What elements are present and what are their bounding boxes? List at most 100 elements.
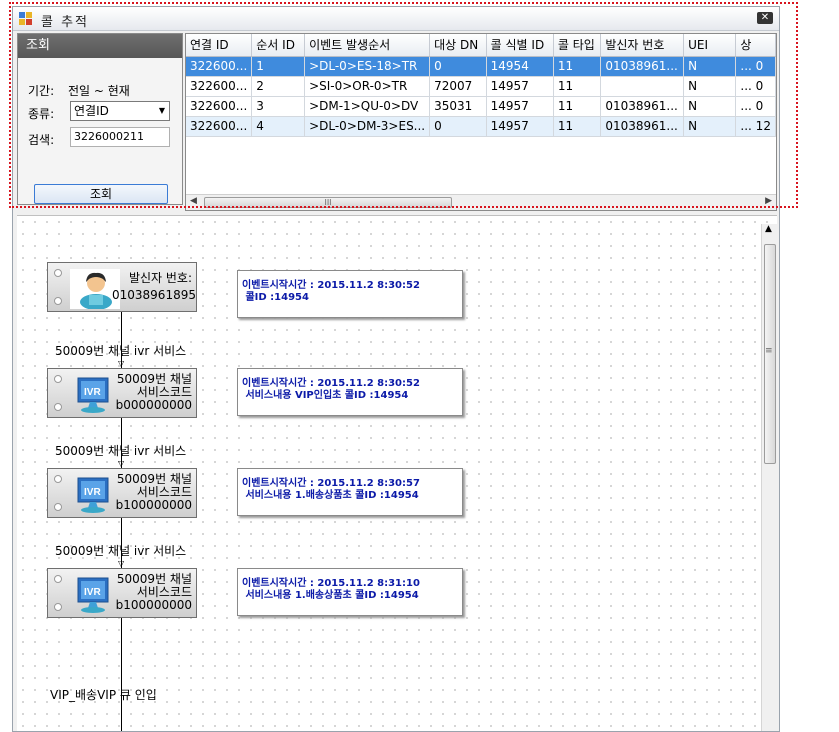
ivr-node[interactable]: IVR 50009번 채널 서비스코드 b000000000 <box>47 368 197 418</box>
type-select[interactable]: 연결ID ▼ <box>70 101 170 121</box>
arrow-down-icon: ▽ <box>118 459 125 468</box>
table-cell[interactable]: >DM-1>QU-0>DV <box>304 96 431 117</box>
table-cell[interactable]: 01038961... <box>600 56 685 77</box>
call-trace-window: 콜 추적 ✕ 조회 기간: 전일 ~ 현재 종류: 연결ID ▼ 검색: 322… <box>12 6 780 732</box>
query-button[interactable]: 조회 <box>34 184 168 204</box>
ivr-node-text: 50009번 채널 서비스코드 b100000000 <box>115 572 192 612</box>
table-row[interactable]: 322600... 4 >DL-0>DM-3>ES... 0 14957 11 … <box>186 116 776 137</box>
table-cell[interactable]: N <box>683 56 737 77</box>
query-panel: 조회 기간: 전일 ~ 현재 종류: 연결ID ▼ 검색: 3226000211… <box>17 33 183 205</box>
port-icon <box>54 269 62 277</box>
column-header[interactable]: 대상 DN <box>429 34 487 57</box>
column-header[interactable]: 이벤트 발생순서 <box>304 34 431 57</box>
table-cell[interactable]: 322600... <box>186 56 253 77</box>
search-label: 검색: <box>28 133 55 147</box>
search-input[interactable]: 3226000211 <box>70 127 170 147</box>
table-cell[interactable]: 14954 <box>486 56 554 77</box>
table-cell[interactable]: N <box>683 96 737 117</box>
title-bar: 콜 추적 ✕ <box>13 7 779 31</box>
table-cell[interactable] <box>600 76 685 97</box>
scroll-right-icon[interactable]: ▶ <box>765 196 772 206</box>
table-cell[interactable]: 14957 <box>486 96 554 117</box>
grid-header-row: 연결 ID 순서 ID 이벤트 발생순서 대상 DN 콜 식별 ID 콜 타입 … <box>186 34 776 57</box>
horizontal-scrollbar[interactable]: ◀ III ▶ <box>186 194 776 210</box>
ivr-node-text: 50009번 채널 서비스코드 b100000000 <box>115 472 192 512</box>
column-header[interactable]: 순서 ID <box>251 34 306 57</box>
table-cell[interactable]: 322600... <box>186 116 253 137</box>
table-cell[interactable]: 3 <box>251 96 306 117</box>
app-icon <box>19 12 33 26</box>
call-event-grid: 연결 ID 순서 ID 이벤트 발생순서 대상 DN 콜 식별 ID 콜 타입 … <box>185 33 777 211</box>
table-cell[interactable]: 14957 <box>486 76 554 97</box>
event-info-box: 이벤트시작시간 : 2015.11.2 8:31:10 서비스내용 1.배송상품… <box>237 568 463 616</box>
table-cell[interactable]: >DL-0>ES-18>TR <box>304 56 431 77</box>
chevron-down-icon[interactable]: ▼ <box>159 102 165 120</box>
table-cell[interactable]: 4 <box>251 116 306 137</box>
port-icon <box>54 297 62 305</box>
period-label: 기간: <box>28 84 55 98</box>
close-icon[interactable]: ✕ <box>757 12 773 24</box>
port-icon <box>54 403 62 411</box>
column-header[interactable]: 콜 타입 <box>553 34 602 57</box>
table-cell[interactable]: 1 <box>251 56 306 77</box>
table-cell[interactable]: ... 0 <box>735 56 776 77</box>
table-cell[interactable]: 11 <box>553 56 602 77</box>
table-row[interactable]: 322600... 2 >SI-0>OR-0>TR 72007 14957 11… <box>186 76 776 97</box>
scroll-thumb[interactable]: III <box>204 197 452 208</box>
table-cell[interactable]: N <box>683 76 737 97</box>
window-title: 콜 추적 <box>41 15 90 30</box>
table-cell[interactable]: 01038961... <box>600 116 685 137</box>
table-cell[interactable]: 14957 <box>486 116 554 137</box>
table-cell[interactable]: 0 <box>429 116 487 137</box>
table-cell[interactable]: 322600... <box>186 96 253 117</box>
table-cell[interactable]: 2 <box>251 76 306 97</box>
table-cell[interactable]: 72007 <box>429 76 487 97</box>
table-row[interactable]: 322600... 1 >DL-0>ES-18>TR 0 14954 11 01… <box>186 56 776 77</box>
table-cell[interactable]: ... 0 <box>735 76 776 97</box>
table-cell[interactable]: >DL-0>DM-3>ES... <box>304 116 431 137</box>
table-cell[interactable]: 322600... <box>186 76 253 97</box>
table-cell[interactable]: 11 <box>553 76 602 97</box>
queue-entry-label: VIP_배송VIP 큐 인입 <box>50 688 157 702</box>
ivr-node[interactable]: IVR 50009번 채널 서비스코드 b100000000 <box>47 468 197 518</box>
column-header[interactable]: 발신자 번호 <box>600 34 685 57</box>
table-cell[interactable]: 11 <box>553 96 602 117</box>
edge-label: 50009번 채널 ivr 서비스 <box>55 544 187 558</box>
port-icon <box>54 603 62 611</box>
type-select-value: 연결ID <box>74 104 109 118</box>
table-cell[interactable]: ... 0 <box>735 96 776 117</box>
period-value: 전일 ~ 현재 <box>68 84 130 98</box>
column-header[interactable]: 콜 식별 ID <box>486 34 554 57</box>
event-info-box: 이벤트시작시간 : 2015.11.2 8:30:57 서비스내용 1.배송상품… <box>237 468 463 516</box>
ivr-label: IVR <box>84 587 101 598</box>
port-icon <box>54 475 62 483</box>
caller-node[interactable]: 발신자 번호: 01038961895 <box>47 262 197 312</box>
table-row[interactable]: 322600... 3 >DM-1>QU-0>DV 35031 14957 11… <box>186 96 776 117</box>
type-label: 종류: <box>28 107 55 121</box>
edge-label: 50009번 채널 ivr 서비스 <box>55 344 187 358</box>
table-cell[interactable]: 0 <box>429 56 487 77</box>
ivr-node[interactable]: IVR 50009번 채널 서비스코드 b100000000 <box>47 568 197 618</box>
call-flow-canvas: ▲ ≡ 발신자 번호: 01038961895 이벤트시작시간 : 2015.1… <box>17 215 777 731</box>
ivr-node-text: 50009번 채널 서비스코드 b000000000 <box>115 372 192 412</box>
scroll-up-icon[interactable]: ▲ <box>765 224 772 234</box>
query-panel-header: 조회 <box>18 34 182 58</box>
table-cell[interactable]: ... 12 <box>735 116 776 137</box>
port-icon <box>54 503 62 511</box>
column-header[interactable]: 연결 ID <box>186 34 253 57</box>
table-cell[interactable]: 35031 <box>429 96 487 117</box>
ivr-label: IVR <box>84 387 101 398</box>
arrow-down-icon: ▽ <box>118 359 125 368</box>
scroll-grip-icon: ≡ <box>765 346 773 356</box>
table-cell[interactable]: 11 <box>553 116 602 137</box>
table-cell[interactable]: N <box>683 116 737 137</box>
column-header[interactable]: UEI <box>683 34 737 57</box>
edge-label: 50009번 채널 ivr 서비스 <box>55 444 187 458</box>
caller-node-text: 발신자 번호: 01038961895 <box>112 271 196 302</box>
table-cell[interactable]: 01038961... <box>600 96 685 117</box>
event-info-box: 이벤트시작시간 : 2015.11.2 8:30:52 콜ID :14954 <box>237 270 463 318</box>
table-cell[interactable]: >SI-0>OR-0>TR <box>304 76 431 97</box>
column-header[interactable]: 상 <box>735 34 776 57</box>
scroll-left-icon[interactable]: ◀ <box>190 196 197 206</box>
vertical-scrollbar[interactable]: ▲ ≡ <box>761 224 777 731</box>
